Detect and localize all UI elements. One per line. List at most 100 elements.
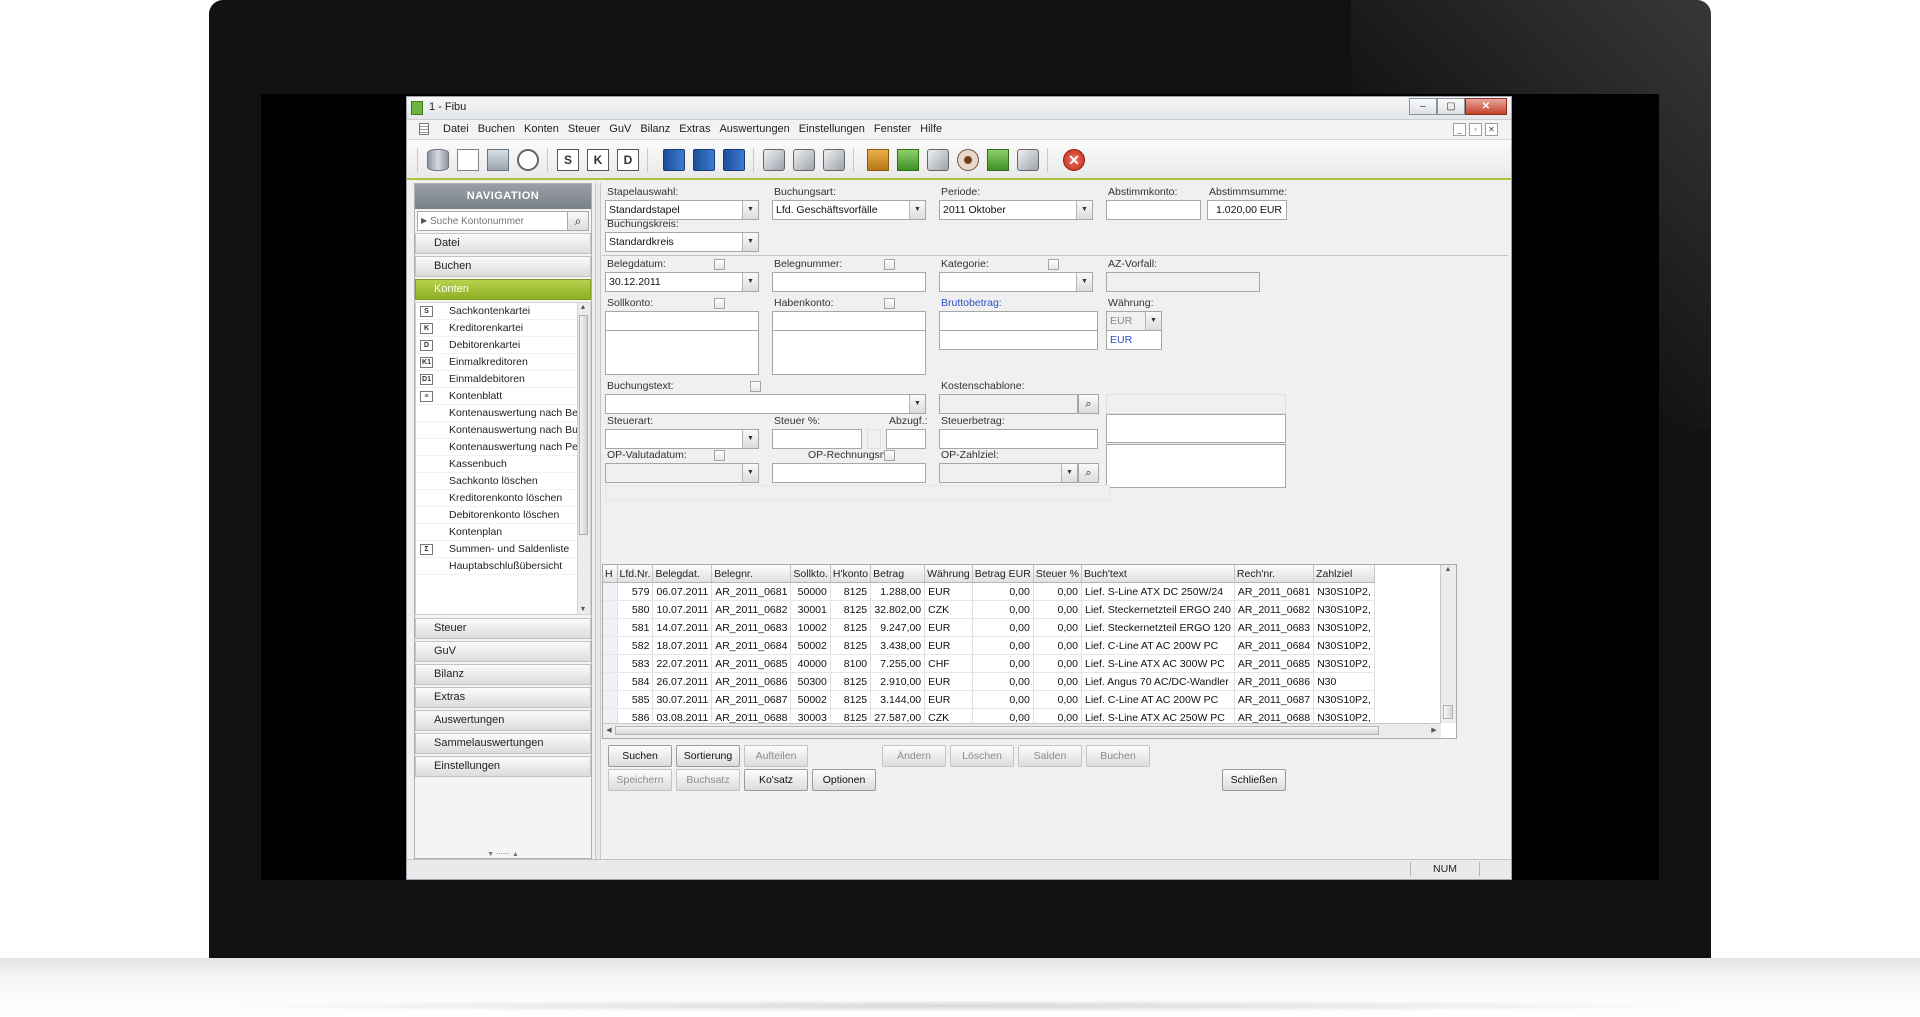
kostenschablone-search-icon[interactable]: ⌕ xyxy=(1078,394,1099,414)
kategorie-checkbox[interactable] xyxy=(1048,259,1059,270)
nav-item-debitorenkartei[interactable]: D Debitorenkartei xyxy=(416,337,590,354)
nav-section-guv[interactable]: GuV xyxy=(415,641,591,662)
table-row[interactable]: 580 10.07.2011 AR_2011_0682 30001 8125 32.802… xyxy=(603,600,1375,619)
buchungstext-checkbox[interactable] xyxy=(750,381,761,392)
mdi-restore-button[interactable]: ▫ xyxy=(1469,123,1482,136)
d-letter-icon[interactable]: D xyxy=(617,149,639,171)
menu-fenster[interactable]: Fenster xyxy=(874,123,911,135)
nav-section-einstellungen[interactable]: Einstellungen xyxy=(415,756,591,777)
belegnummer-field[interactable] xyxy=(772,272,926,292)
calendar-dropdown-icon[interactable]: ▼ xyxy=(742,464,758,482)
col-belegdat[interactable]: Belegdat. xyxy=(652,565,713,583)
nav-section-auswertungen[interactable]: Auswertungen xyxy=(415,710,591,731)
sortierung-button[interactable]: Sortierung xyxy=(676,745,740,767)
nav-item-sachkontenkartei[interactable]: S Sachkontenkartei xyxy=(416,303,590,320)
menu-datei[interactable]: Datei xyxy=(443,123,469,135)
nav-item-einmalkreditoren[interactable]: K1 Einmalkreditoren xyxy=(416,354,590,371)
nav-item-debitorenkonto-loeschen[interactable]: Debitorenkonto löschen xyxy=(416,507,590,524)
maximize-button[interactable]: ▢ xyxy=(1437,98,1465,115)
menu-bilanz[interactable]: Bilanz xyxy=(640,123,670,135)
belegnummer-checkbox[interactable] xyxy=(884,259,895,270)
steuerart-select[interactable]: ▼ xyxy=(605,429,759,449)
sum-tool-icon[interactable] xyxy=(823,149,845,171)
col-waehrung[interactable]: Währung xyxy=(924,565,973,583)
nav-section-bilanz[interactable]: Bilanz xyxy=(415,664,591,685)
nav-item-auswertung-belegdatum[interactable]: Kontenauswertung nach Belegdatum xyxy=(416,405,590,422)
col-h[interactable]: H xyxy=(603,565,618,583)
kostenschablone-field[interactable] xyxy=(939,394,1078,414)
stapelauswahl-select[interactable]: Standardstapel ▼ xyxy=(605,200,759,220)
buchsatz-button[interactable]: Buchsatz xyxy=(676,769,740,791)
menu-extras[interactable]: Extras xyxy=(679,123,710,135)
col-belegnr[interactable]: Belegnr. xyxy=(711,565,792,583)
nav-item-kassenbuch[interactable]: Kassenbuch xyxy=(416,456,590,473)
table-row[interactable]: 581 14.07.2011 AR_2011_0683 10002 8125 9.247,… xyxy=(603,618,1375,637)
abstimmsumme-field[interactable]: 1.020,00 EUR xyxy=(1207,200,1287,220)
chevron-down-icon[interactable]: ▼ xyxy=(1145,312,1161,330)
bruttobetrag-field[interactable] xyxy=(939,311,1098,331)
calendar-dropdown-icon[interactable]: ▼ xyxy=(742,273,758,291)
nav-item-kreditorenkartei[interactable]: K Kreditorenkartei xyxy=(416,320,590,337)
document-icon[interactable] xyxy=(457,149,479,171)
text-tool-icon[interactable] xyxy=(793,149,815,171)
book-search-icon[interactable] xyxy=(723,149,745,171)
nav-item-hauptabschluss[interactable]: Hauptabschlußübersicht xyxy=(416,558,590,575)
scrollbar-thumb[interactable] xyxy=(1443,705,1453,719)
steuer-prozent-field[interactable] xyxy=(772,429,862,449)
panel-splitter[interactable] xyxy=(595,183,601,859)
kosatz-button[interactable]: Ko'satz xyxy=(744,769,808,791)
menu-guv[interactable]: GuV xyxy=(609,123,631,135)
nav-section-buchen[interactable]: Buchen xyxy=(415,256,591,277)
buchungsart-select[interactable]: Lfd. Geschäftsvorfälle ▼ xyxy=(772,200,926,220)
calculator-icon[interactable] xyxy=(487,149,509,171)
buchen-button[interactable]: Buchen xyxy=(1086,745,1150,767)
sollkonto-checkbox[interactable] xyxy=(714,298,725,309)
nav-section-sammelauswertungen[interactable]: Sammelauswertungen xyxy=(415,733,591,754)
nav-item-sachkonto-loeschen[interactable]: Sachkonto löschen xyxy=(416,473,590,490)
nav-section-konten[interactable]: Konten xyxy=(415,279,591,300)
aufteilen-button[interactable]: Aufteilen xyxy=(744,745,808,767)
nav-section-extras[interactable]: Extras xyxy=(415,687,591,708)
sollkonto-field[interactable] xyxy=(605,311,759,331)
nav-section-datei[interactable]: Datei xyxy=(415,233,591,254)
belegdatum-checkbox[interactable] xyxy=(714,259,725,270)
col-betrag[interactable]: Betrag xyxy=(870,565,926,583)
s-letter-icon[interactable]: S xyxy=(557,149,579,171)
menu-steuer[interactable]: Steuer xyxy=(568,123,600,135)
chevron-down-icon[interactable]: ▼ xyxy=(1076,273,1092,291)
printer-icon[interactable] xyxy=(1017,149,1039,171)
waehrung-select[interactable]: EUR ▼ xyxy=(1106,311,1162,331)
speichern-button[interactable]: Speichern xyxy=(608,769,672,791)
chevron-down-icon[interactable]: ▼ xyxy=(742,233,758,251)
minimize-button[interactable]: – xyxy=(1409,98,1437,115)
nav-list-scrollbar[interactable]: ▲ ▼ xyxy=(577,303,590,614)
periode-select[interactable]: 2011 Oktober ▼ xyxy=(939,200,1093,220)
document-menu-icon[interactable] xyxy=(419,123,429,135)
scroll-up-icon[interactable]: ▲ xyxy=(578,304,588,311)
menu-einstellungen[interactable]: Einstellungen xyxy=(799,123,865,135)
habenkonto-field[interactable] xyxy=(772,311,926,331)
clipboard-icon[interactable] xyxy=(867,149,889,171)
nav-item-kontenplan[interactable]: Kontenplan xyxy=(416,524,590,541)
col-zahlziel[interactable]: Zahlziel xyxy=(1313,565,1375,583)
nav-item-kontenblatt[interactable]: ≡ Kontenblatt xyxy=(416,388,590,405)
scroll-left-icon[interactable]: ◀ xyxy=(604,726,614,734)
account-search-input[interactable] xyxy=(430,213,564,229)
table-vertical-scrollbar[interactable]: ▲ xyxy=(1440,565,1456,723)
buchungstext-select[interactable]: ▼ xyxy=(605,394,926,414)
col-hkonto[interactable]: H'konto xyxy=(830,565,872,583)
belegdatum-field[interactable]: 30.12.2011 ▼ xyxy=(605,272,759,292)
loeschen-button[interactable]: Löschen xyxy=(950,745,1014,767)
exit-icon[interactable]: ✕ xyxy=(1063,149,1085,171)
optionen-button[interactable]: Optionen xyxy=(812,769,876,791)
chevron-down-icon[interactable]: ▼ xyxy=(909,201,925,219)
menu-auswertungen[interactable]: Auswertungen xyxy=(719,123,789,135)
scrollbar-thumb[interactable] xyxy=(579,315,588,535)
search-icon[interactable]: ⌕ xyxy=(567,212,588,230)
nav-item-einmaldebitoren[interactable]: D1 Einmaldebitoren xyxy=(416,371,590,388)
database-icon[interactable] xyxy=(427,149,449,171)
abzugf-field[interactable] xyxy=(886,429,926,449)
transfer-icon[interactable] xyxy=(987,149,1009,171)
menu-konten[interactable]: Konten xyxy=(524,123,559,135)
op-zahlziel-search-icon[interactable]: ⌕ xyxy=(1078,463,1099,483)
